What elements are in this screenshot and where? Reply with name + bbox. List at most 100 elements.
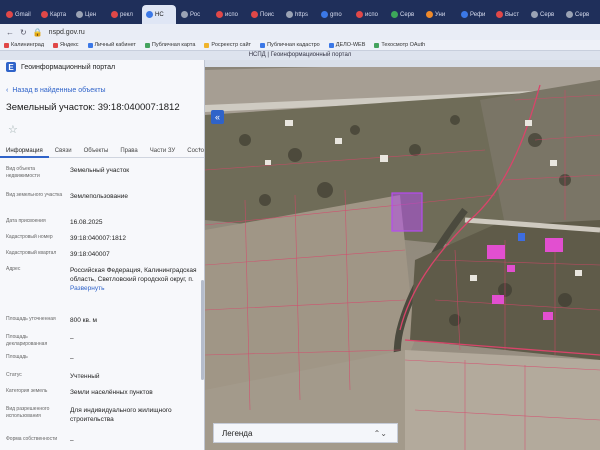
chevron-left-icon: ‹ [6,86,9,94]
tab-5[interactable]: Состо [181,144,204,158]
property-value: 800 кв. м [70,316,200,325]
tab-favicon-icon [111,11,118,18]
property-value-text: 16.08.2025 [70,219,103,226]
property-label: Категория земель [6,388,48,394]
portal-title: Геоинформационный портал [21,63,116,71]
property-label: Адрес [6,266,21,272]
favorite-star-icon[interactable]: ☆ [0,123,204,136]
browser-tab[interactable]: https [282,5,316,24]
bookmark-item[interactable]: Калининград [4,42,44,48]
portal-page-title: НСПД | Геоинформационный портал [0,51,600,60]
browser-tab[interactable]: испо [212,5,246,24]
tab-label: gmo [330,11,342,18]
tab-favicon-icon [321,11,328,18]
tab-4[interactable]: Части ЗУ [144,144,181,158]
tab-favicon-icon [146,11,153,18]
tab-1[interactable]: Связи [49,144,78,158]
bookmark-label: Личный кабинет [94,42,136,48]
address-bar: ← ↻ 🔒 nspd.gov.ru [0,24,600,40]
double-chevron-left-icon[interactable]: « [211,110,224,124]
browser-tab[interactable]: Серв [562,5,596,24]
property-value: Земли населённых пунктов [70,388,200,397]
selected-parcel[interactable] [391,192,423,232]
bookmark-favicon-icon [204,42,210,48]
bookmark-item[interactable]: Яндекс [53,42,79,48]
property-label: Площадь декларированная [6,334,48,347]
panel-scrollbar[interactable] [201,280,204,380]
tab-favicon-icon [461,11,468,18]
browser-tab[interactable]: Рос [177,5,211,24]
bookmark-item[interactable]: Техосмотр ОАuth [374,42,425,48]
property-value-text: Земли населённых пунктов [70,389,153,396]
bookmark-item[interactable]: Росреестр сайт [204,42,251,48]
property-value: Для индивидуального жилищного строительс… [70,406,200,424]
bookmark-favicon-icon [4,42,9,48]
property-value: – [70,354,200,363]
back-to-results-link[interactable]: ‹ Назад в найденные объекты [0,84,204,96]
property-value-text: Земельный участок [70,167,130,174]
tab-label: рекл [120,11,133,18]
property-value: Землепользование [70,192,200,201]
map-view[interactable]: « Легенда ⌃⌄ [205,60,600,450]
property-label: Вид земельного участка [6,192,63,198]
bookmark-item[interactable]: Публичная карта [144,42,196,48]
browser-tab[interactable]: Выст [492,5,526,24]
tab-favicon-icon [216,11,223,18]
tab-label: Серв [575,11,590,18]
bookmark-item[interactable]: Публичная кадастро [260,42,320,48]
browser-tab[interactable]: испо [352,5,386,24]
cadastral-map[interactable] [205,60,600,450]
property-value-text: Учтенный [70,373,100,380]
property-value-text: – [70,355,74,362]
back-arrow-icon[interactable]: ← [6,28,14,37]
property-label: Кадастровый квартал [6,250,57,256]
expand-address-link[interactable]: Развернуть [70,285,104,292]
browser-tab[interactable]: рекл [107,5,141,24]
property-label: Площадь уточненная [6,316,56,322]
property-value: Российская Федерация, Калининградская об… [70,266,200,293]
legend-dropdown[interactable]: Легенда ⌃⌄ [213,423,398,443]
tab-label: испо [365,11,378,18]
tab-label: испо [225,11,238,18]
tab-label: Gmail [15,11,31,18]
browser-tab[interactable]: gmo [317,5,351,24]
property-value-text: Землепользование [70,193,128,200]
bookmark-label: Техосмотр ОАuth [381,42,426,48]
tab-2[interactable]: Объекты [78,144,115,158]
property-value: Учтенный [70,372,200,381]
bookmark-label: Публичная карта [151,42,196,48]
tab-label: НС [155,11,164,18]
property-value: 39:18:040007:1812 [70,234,200,243]
browser-tab[interactable]: НС [142,5,176,24]
url-field[interactable]: nspd.gov.ru [49,29,85,36]
property-label: Статус [6,372,22,378]
browser-tab[interactable]: Рефи [457,5,491,24]
reload-icon[interactable]: ↻ [20,28,27,37]
browser-tab[interactable]: Цен [72,5,106,24]
bookmark-item[interactable]: ДЕЛО-WEB [328,42,366,48]
tab-favicon-icon [391,11,398,18]
browser-tab[interactable]: Серв [387,5,421,24]
browser-tab[interactable]: Уни [422,5,456,24]
object-info-panel: E Геоинформационный портал ‹ Назад в най… [0,60,205,450]
bookmark-item[interactable]: Личный кабинет [87,42,136,48]
bookmark-label: ДЕЛО-WEB [335,42,366,48]
tab-favicon-icon [426,11,433,18]
tab-favicon-icon [286,11,293,18]
browser-tab[interactable]: Поис [247,5,281,24]
bookmark-favicon-icon [260,42,266,48]
browser-tab[interactable]: Gmail [2,5,36,24]
tab-label: Карта [50,11,67,18]
info-tabs: Информация Связи Объекты Права Части ЗУ Состо… [0,144,204,158]
property-label: Дата присвоения [6,218,46,224]
tab-3[interactable]: Права [114,144,143,158]
browser-tab[interactable]: Серв [527,5,561,24]
tab-0[interactable]: Информация [0,144,49,158]
portal-logo-icon: E [6,62,16,72]
tabs-more-icon[interactable]: › [199,146,201,153]
tab-label: Поис [260,11,275,18]
browser-tab[interactable]: Карта [37,5,71,24]
property-value: 16.08.2025 [70,218,200,227]
bookmark-favicon-icon [328,42,334,48]
property-label: Площадь [6,354,28,360]
